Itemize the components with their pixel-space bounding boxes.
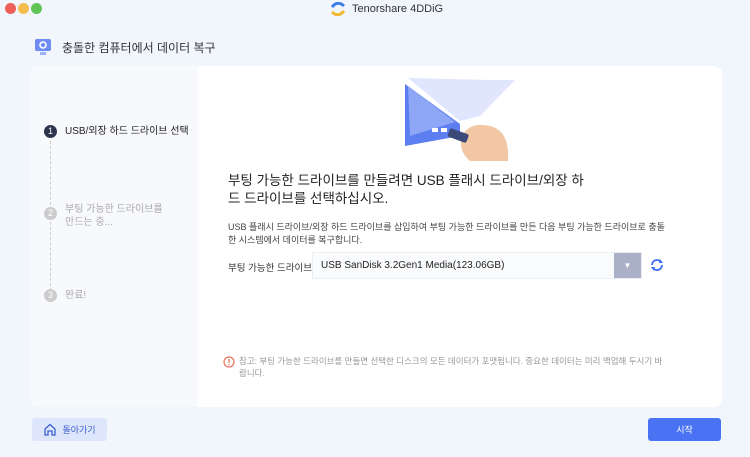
step-1: 1 USB/외장 하드 드라이브 선택 xyxy=(44,125,189,138)
instruction-heading: 부팅 가능한 드라이브를 만들려면 USB 플래시 드라이브/외장 하드 드라이… xyxy=(228,173,584,206)
warning-icon xyxy=(223,356,235,368)
step-label: 완료! xyxy=(65,290,87,301)
usb-insert-illustration xyxy=(405,78,515,161)
maximize-window-button[interactable] xyxy=(31,3,42,14)
computer-icon xyxy=(35,39,51,55)
page-header: 충돌한 컴퓨터에서 데이터 복구 xyxy=(34,38,216,56)
app-title: Tenorshare 4DDiG xyxy=(352,3,444,15)
steps-sidebar: 1 USB/외장 하드 드라이브 선택 2 부팅 가능한 드라이브를 만드는 중… xyxy=(30,66,198,407)
step-label: USB/외장 하드 드라이브 선택 xyxy=(65,126,189,137)
start-label: 시작 xyxy=(676,425,693,435)
drive-selected-value: USB SanDisk 3.2Gen1 Media(123.06GB) xyxy=(321,260,505,271)
app-logo-icon xyxy=(330,2,346,16)
step-3: 3 완료! xyxy=(44,289,86,302)
chevron-down-icon[interactable]: ▼ xyxy=(614,253,641,278)
start-button[interactable]: 시작 xyxy=(648,418,721,441)
minimize-window-button[interactable] xyxy=(18,3,29,14)
warning-note: 참고: 부팅 가능한 드라이브를 만들면 선택한 디스크의 모든 데이터가 포맷… xyxy=(223,355,663,379)
drive-select[interactable]: USB SanDisk 3.2Gen1 Media(123.06GB) ▼ xyxy=(312,252,642,279)
refresh-icon[interactable] xyxy=(650,258,664,272)
drive-label: 부팅 가능한 드라이브: xyxy=(228,263,315,274)
app-title-bar: Tenorshare 4DDiG xyxy=(330,2,443,16)
step-number: 2 xyxy=(44,207,57,220)
step-label: 부팅 가능한 드라이브를 만드는 중... xyxy=(65,204,163,228)
home-icon xyxy=(44,423,57,436)
page-title: 충돌한 컴퓨터에서 데이터 복구 xyxy=(62,40,216,55)
back-label: 돌아가기 xyxy=(62,425,96,435)
close-window-button[interactable] xyxy=(5,3,16,14)
back-button[interactable]: 돌아가기 xyxy=(32,418,107,441)
step-number: 1 xyxy=(44,125,57,138)
warning-text: 참고: 부팅 가능한 드라이브를 만들면 선택한 디스크의 모든 데이터가 포맷… xyxy=(239,356,663,378)
step-number: 3 xyxy=(44,289,57,302)
step-2: 2 부팅 가능한 드라이브를 만드는 중... xyxy=(44,203,169,229)
main-panel: 1 USB/외장 하드 드라이브 선택 2 부팅 가능한 드라이브를 만드는 중… xyxy=(30,66,722,407)
instruction-description: USB 플래시 드라이브/외장 하드 드라이브를 삽입하여 부팅 가능한 드라이… xyxy=(228,222,665,245)
